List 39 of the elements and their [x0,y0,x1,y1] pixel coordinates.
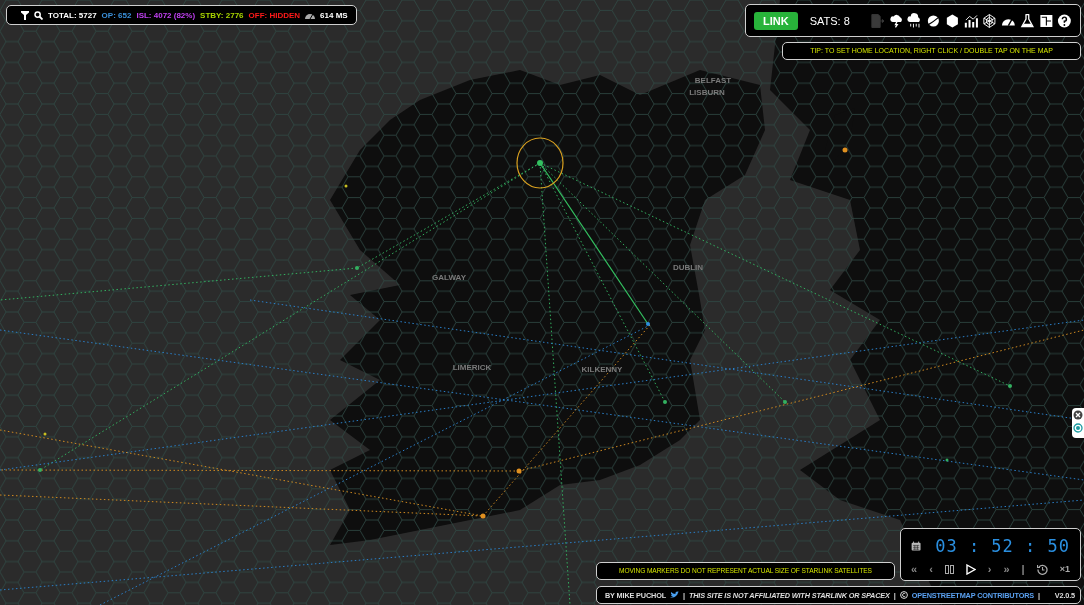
stat-count: ISL: 4072 (82%) [136,10,196,20]
latency-text: 614 MS [320,10,348,20]
planet-icon[interactable] [926,12,941,29]
stat-count: TOTAL: 5727 [48,10,97,20]
rewind-fast-button[interactable]: « [911,563,918,575]
layout-icon[interactable] [1038,12,1054,29]
city-label: BELFAST [694,76,732,85]
play-icon[interactable] [965,563,976,575]
city-label: LISBURN [689,88,725,97]
step-back-button[interactable]: ‹ [929,563,933,575]
rain-cloud-icon[interactable] [907,12,923,29]
divider-text: | [1021,563,1025,575]
stat-count: OFF: HIDDEN [248,10,301,20]
bird-icon[interactable] [670,591,679,599]
city-label: DUBLIN [672,263,704,272]
city-label: KILKENNY [581,365,623,374]
forward-fast-button[interactable]: » [1003,563,1010,575]
gauge-icon [305,11,316,19]
bar-chart-icon[interactable] [963,12,979,29]
close-icon[interactable] [1073,410,1083,420]
speed-button[interactable]: ×1 [1059,564,1070,574]
coverage-ring [516,137,564,189]
stat-count: STBY: 2776 [200,10,244,20]
stat-count: OP: 652 [101,10,132,20]
clock-display: 03 : 52 : 50 [935,536,1070,556]
step-forward-button[interactable]: › [987,563,992,575]
search-icon[interactable] [34,10,43,20]
copyright-icon [899,591,908,599]
satellite-count: SATS: 8 [809,14,850,27]
web-icon[interactable] [982,12,998,29]
flask-icon[interactable] [1019,12,1035,29]
hexagon-icon[interactable] [944,12,960,29]
city-label: GALWAY [432,273,466,282]
history-icon[interactable] [1036,563,1048,575]
pause-icon[interactable] [944,564,954,574]
city-label: LIMERICK [452,363,492,372]
help-icon[interactable] [1057,12,1073,29]
filter-icon[interactable] [21,10,29,20]
storm-cloud-icon[interactable] [888,12,904,29]
